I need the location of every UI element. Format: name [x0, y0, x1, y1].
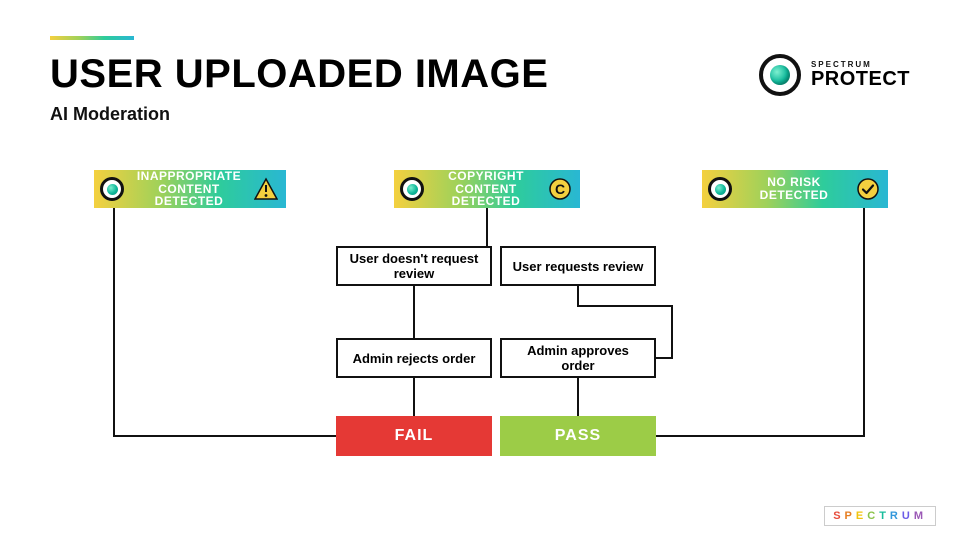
banner-no-risk: NO RISK DETECTED [702, 170, 888, 208]
copyright-icon: C [548, 177, 572, 201]
accent-bar [50, 36, 134, 40]
box-admin-reject: Admin rejects order [336, 338, 492, 378]
svg-text:C: C [555, 181, 565, 197]
banner-copyright: COPYRIGHT CONTENT DETECTED C [394, 170, 580, 208]
banner-label: COPYRIGHT CONTENT DETECTED [432, 170, 540, 208]
brand-word: PROTECT [811, 69, 910, 89]
result-fail: FAIL [336, 416, 492, 456]
box-admin-approve: Admin approves order [500, 338, 656, 378]
banner-label: NO RISK DETECTED [740, 176, 848, 201]
result-pass: PASS [500, 416, 656, 456]
footer-logo-spectrum: SPECTRUM [824, 506, 936, 526]
box-user-no-review: User doesn't request review [336, 246, 492, 286]
box-user-req-review: User requests review [500, 246, 656, 286]
brand-lockup: SPECTRUM PROTECT [759, 54, 910, 96]
check-circle-icon [856, 177, 880, 201]
brand-mark-icon [708, 177, 732, 201]
warning-icon [254, 177, 278, 201]
brand-mark-icon [100, 177, 124, 201]
page-title: USER UPLOADED IMAGE [50, 52, 548, 97]
banner-label: INAPPROPRIATE CONTENT DETECTED [132, 170, 246, 208]
page-subtitle: AI Moderation [50, 104, 170, 125]
brand-mark-icon [400, 177, 424, 201]
brand-mark-icon [759, 54, 801, 96]
banner-inappropriate: INAPPROPRIATE CONTENT DETECTED [94, 170, 286, 208]
